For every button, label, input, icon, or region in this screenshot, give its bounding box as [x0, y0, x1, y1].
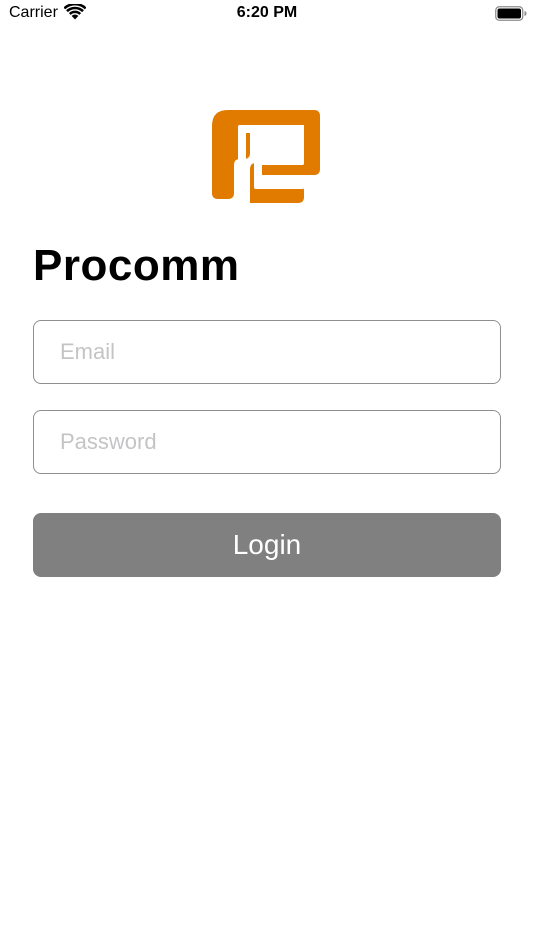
password-field[interactable]	[34, 411, 500, 473]
login-button[interactable]: Login	[33, 513, 501, 577]
email-field[interactable]	[34, 321, 500, 383]
email-field-container	[33, 320, 501, 384]
status-time: 6:20 PM	[236, 4, 298, 21]
app-title: Procomm	[33, 241, 240, 290]
status-bar: Carrier 6:20 PM	[0, 0, 534, 28]
login-screen: Carrier 6:20 PM Procomm Login	[0, 0, 534, 950]
battery-full-icon	[495, 6, 527, 21]
password-field-container	[33, 410, 501, 474]
procomm-logo	[212, 110, 320, 203]
